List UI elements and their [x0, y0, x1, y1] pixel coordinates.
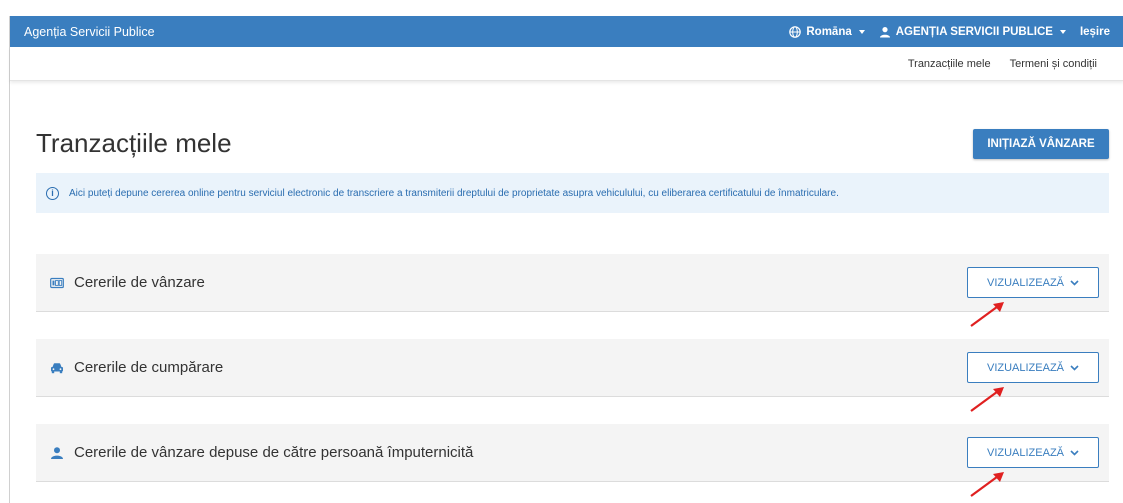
language-label: Romāna — [806, 25, 852, 38]
logout-link[interactable]: Ieșire — [1080, 26, 1110, 38]
chevron-down-icon — [1070, 364, 1079, 371]
subnav-item-terms[interactable]: Termeni și condiții — [1010, 58, 1097, 70]
info-text: Aici puteți depune cererea online pentru… — [69, 187, 839, 199]
account-label: AGENȚIA SERVICII PUBLICE — [895, 25, 1053, 38]
view-purchases-button[interactable]: VIZUALIZEAZĂ — [967, 352, 1099, 383]
page-title: Tranzacțiile mele — [36, 128, 232, 158]
car-icon — [51, 362, 63, 373]
view-button-label: VIZUALIZEAZĂ — [986, 446, 1065, 459]
sub-nav: Tranzacțiile mele Termeni și condiții — [10, 47, 1123, 81]
chevron-down-icon — [858, 29, 865, 34]
section-label: Cererile de vânzare — [74, 274, 205, 291]
info-banner: i Aici puteți depune cererea online pent… — [36, 173, 1109, 213]
annotation-arrow-icon — [970, 472, 1004, 497]
view-button-label: VIZUALIZEAZĂ — [986, 361, 1065, 374]
view-button-label: VIZUALIZEAZĂ — [986, 276, 1065, 289]
language-dropdown[interactable]: Romāna — [789, 25, 865, 38]
app-frame: Agenția Servicii Publice Romāna AGENȚIA … — [9, 16, 1123, 503]
id-card-icon — [50, 277, 64, 288]
chevron-down-icon — [1059, 29, 1066, 34]
initiate-sale-button[interactable]: INIȚIAZĂ VÂNZARE — [973, 129, 1109, 159]
chevron-down-icon — [1070, 449, 1079, 456]
section-label: Cererile de cumpărare — [74, 359, 224, 376]
section-sales-requests: Cererile de vânzare VIZUALIZEAZĂ — [36, 254, 1109, 312]
account-dropdown[interactable]: AGENȚIA SERVICII PUBLICE — [879, 26, 1066, 38]
top-nav: Romāna AGENȚIA SERVICII PUBLICE Ieșire — [789, 26, 1110, 38]
section-proxy-sales-requests: Cererile de vânzare depuse de către pers… — [36, 424, 1109, 482]
annotation-arrow-icon — [970, 387, 1004, 412]
top-bar: Agenția Servicii Publice Romāna AGENȚIA … — [10, 16, 1123, 47]
subnav-item-transactions[interactable]: Tranzacțiile mele — [908, 58, 991, 70]
info-icon: i — [46, 186, 59, 200]
brand-name[interactable]: Agenția Servicii Publice — [24, 25, 155, 39]
person-icon — [51, 446, 63, 459]
user-icon — [879, 26, 890, 37]
globe-icon — [789, 25, 802, 38]
view-sales-button[interactable]: VIZUALIZEAZĂ — [967, 267, 1099, 298]
view-proxy-sales-button[interactable]: VIZUALIZEAZĂ — [967, 437, 1099, 468]
section-purchase-requests: Cererile de cumpărare VIZUALIZEAZĂ — [36, 339, 1109, 397]
annotation-arrow-icon — [970, 302, 1004, 327]
section-label: Cererile de vânzare depuse de către pers… — [74, 444, 474, 461]
chevron-down-icon — [1070, 279, 1079, 286]
